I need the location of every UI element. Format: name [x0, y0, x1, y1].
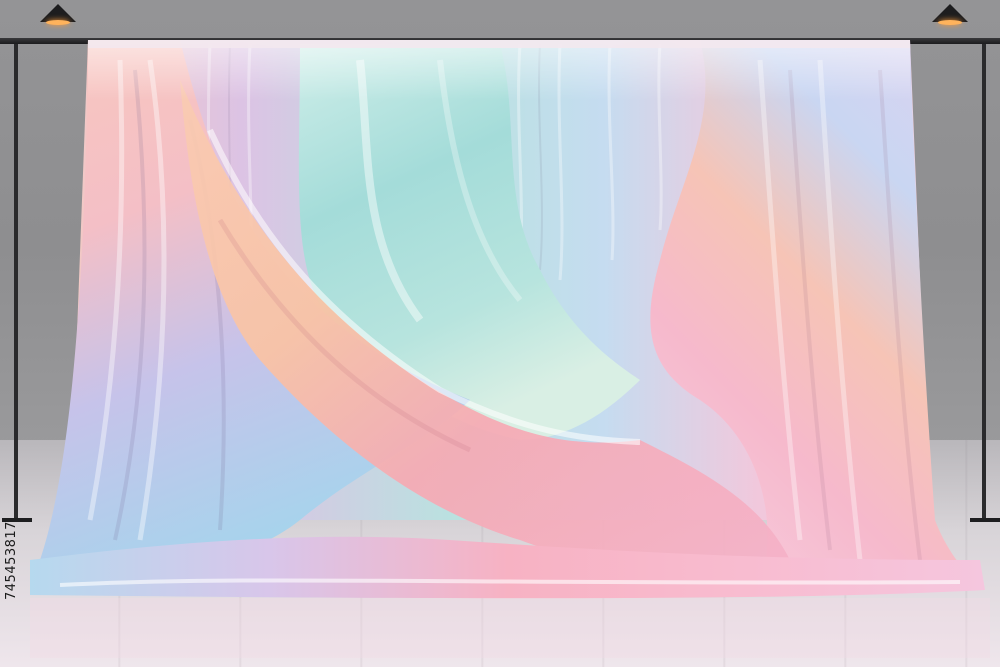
studio-scene: 745453817 [0, 0, 1000, 667]
pastel-fabric-drape [30, 40, 990, 658]
stock-image-id: 745453817 [4, 430, 24, 600]
stock-image-id-text: 745453817 [4, 521, 19, 600]
curtain-top-gather [88, 40, 910, 48]
